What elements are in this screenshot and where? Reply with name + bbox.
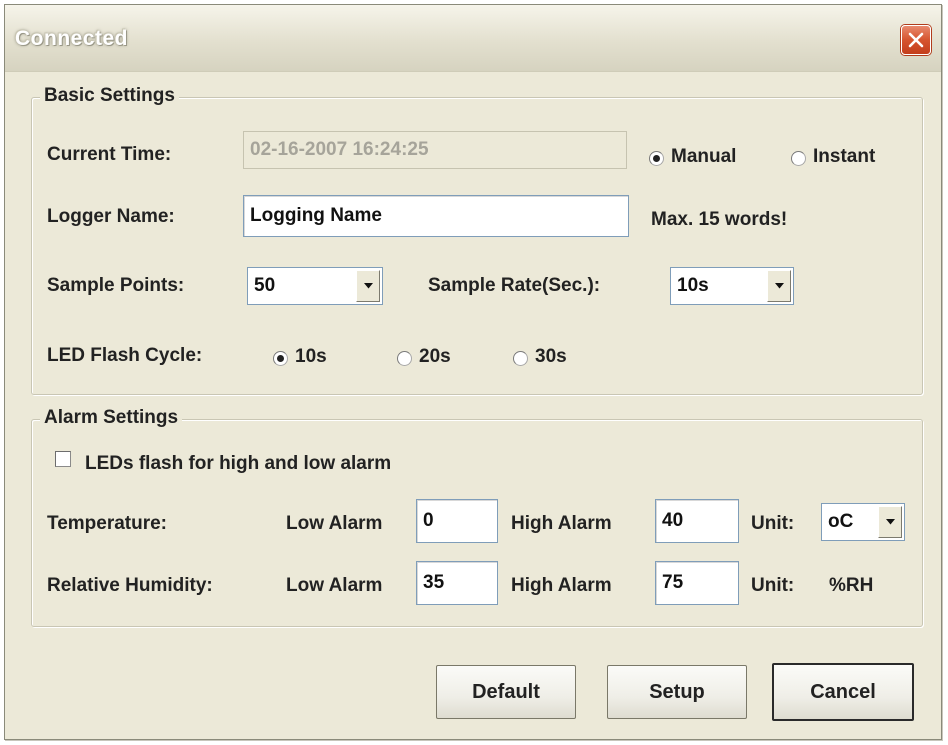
temperature-unit-dropdown-button[interactable]	[878, 506, 902, 538]
led-alarm-checkbox-label: LEDs flash for high and low alarm	[85, 453, 392, 474]
temperature-high-alarm-input[interactable]	[655, 499, 739, 543]
alarm-settings-title: Alarm Settings	[40, 407, 183, 429]
basic-settings-title: Basic Settings	[40, 85, 179, 107]
sample-points-select[interactable]: 50	[247, 267, 383, 305]
radio-led-30s-label: 30s	[535, 346, 567, 367]
cancel-button[interactable]: Cancel	[772, 663, 914, 721]
radio-instant-label: Instant	[813, 146, 876, 167]
sample-points-label: Sample Points:	[47, 275, 185, 296]
sample-rate-dropdown-button[interactable]	[767, 270, 791, 302]
temperature-low-alarm-input[interactable]	[416, 499, 498, 543]
radio-led-10s-indicator	[273, 351, 288, 366]
led-alarm-checkbox[interactable]	[55, 451, 71, 467]
temperature-high-alarm-label: High Alarm	[511, 513, 612, 534]
chevron-down-icon	[364, 283, 373, 289]
close-button[interactable]	[901, 25, 931, 55]
humidity-high-alarm-input[interactable]	[655, 561, 739, 605]
radio-led-20s-label: 20s	[419, 346, 451, 367]
chevron-down-icon	[775, 283, 784, 289]
radio-led-10s-label: 10s	[295, 346, 327, 367]
logger-name-label: Logger Name:	[47, 206, 175, 227]
radio-manual-label: Manual	[671, 146, 737, 167]
temperature-unit-label: Unit:	[751, 513, 795, 534]
logger-name-hint: Max. 15 words!	[651, 209, 788, 230]
setup-button[interactable]: Setup	[607, 665, 747, 719]
humidity-high-alarm-label: High Alarm	[511, 575, 612, 596]
sample-rate-select[interactable]: 10s	[670, 267, 794, 305]
current-time-field	[243, 131, 627, 169]
humidity-low-alarm-label: Low Alarm	[286, 575, 383, 596]
radio-led-30s-indicator	[513, 351, 528, 366]
radio-instant-indicator	[791, 151, 806, 166]
temperature-label: Temperature:	[47, 513, 168, 534]
radio-led-20s-indicator	[397, 351, 412, 366]
dialog-window: Connected Basic Settings Current Time: M…	[4, 4, 942, 740]
sample-points-dropdown-button[interactable]	[356, 270, 380, 302]
temperature-unit-select[interactable]: oC	[821, 503, 905, 541]
sample-rate-value: 10s	[677, 275, 709, 296]
chevron-down-icon	[886, 519, 895, 525]
temperature-unit-value: oC	[828, 511, 854, 532]
humidity-unit-value: %RH	[829, 575, 874, 596]
window-title: Connected	[15, 27, 129, 50]
humidity-low-alarm-input[interactable]	[416, 561, 498, 605]
sample-rate-label: Sample Rate(Sec.):	[428, 275, 601, 296]
humidity-label: Relative Humidity:	[47, 575, 213, 596]
led-flash-cycle-label: LED Flash Cycle:	[47, 345, 203, 366]
temperature-low-alarm-label: Low Alarm	[286, 513, 383, 534]
humidity-unit-label: Unit:	[751, 575, 795, 596]
close-x-icon	[908, 32, 924, 48]
title-bar[interactable]: Connected	[5, 5, 941, 72]
sample-points-value: 50	[254, 275, 276, 296]
current-time-label: Current Time:	[47, 144, 172, 165]
logger-name-input[interactable]	[243, 195, 629, 237]
default-button[interactable]: Default	[436, 665, 576, 719]
radio-manual-indicator	[649, 151, 664, 166]
